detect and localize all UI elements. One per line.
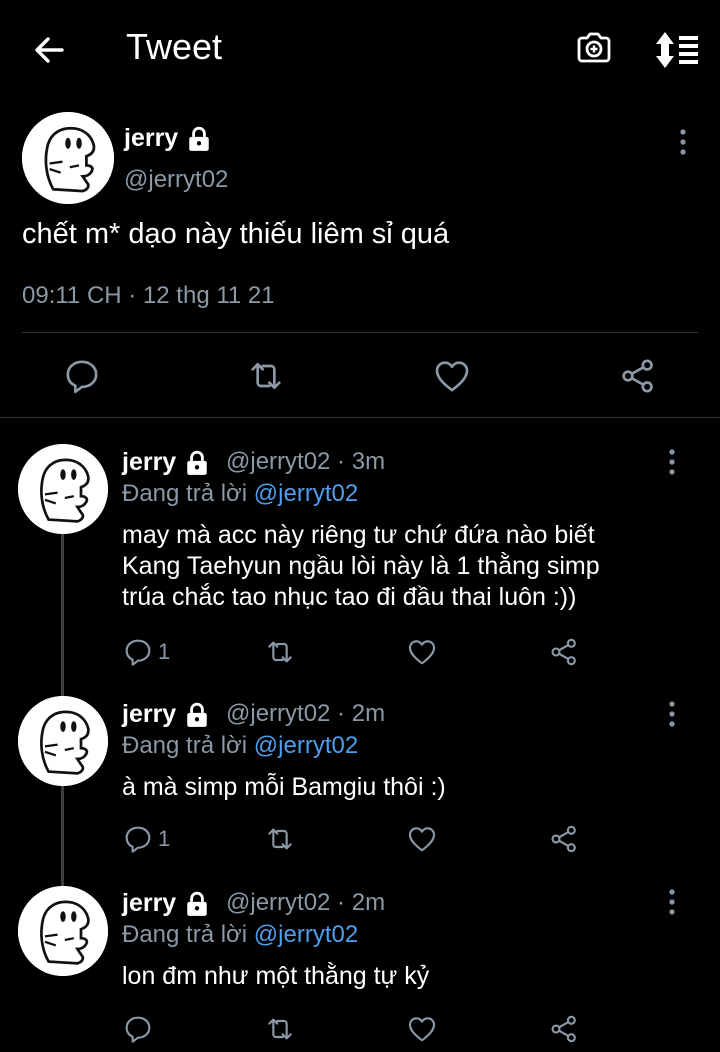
- page-title: Tweet: [126, 26, 223, 67]
- replying-to: Đang trả lời @jerryt02: [122, 921, 359, 948]
- reply-icon: [122, 636, 154, 668]
- like-icon[interactable]: [432, 356, 472, 396]
- back-arrow-icon[interactable]: [28, 28, 72, 72]
- author-name[interactable]: jerry: [124, 124, 212, 153]
- mention-link[interactable]: @jerryt02: [254, 732, 358, 759]
- tweet-text: chết m* dạo này thiếu liêm sỉ quá: [22, 218, 450, 250]
- avatar[interactable]: [18, 886, 108, 976]
- retweet-icon[interactable]: [264, 822, 296, 856]
- share-icon[interactable]: [618, 356, 658, 396]
- author-name[interactable]: jerry: [122, 448, 210, 477]
- more-options-icon[interactable]: [671, 124, 695, 160]
- more-options-icon[interactable]: [660, 444, 684, 480]
- reply-icon[interactable]: [62, 356, 102, 396]
- top-app-bar: Tweet: [0, 0, 720, 96]
- reply-button[interactable]: [122, 1012, 158, 1046]
- reply-icon: [122, 823, 154, 855]
- author-handle[interactable]: @jerryt02: [124, 166, 228, 194]
- avatar[interactable]: [18, 696, 108, 786]
- reply-count: 1: [158, 639, 171, 664]
- mention-link[interactable]: @jerryt02: [254, 921, 358, 948]
- avatar[interactable]: [22, 112, 114, 204]
- reply-count: 1: [158, 826, 171, 851]
- reply-button[interactable]: 1: [122, 635, 170, 669]
- camera-icon[interactable]: [574, 28, 614, 68]
- tweet-timestamp: 09:11 CH · 12 thg 11 21: [22, 282, 275, 309]
- lock-icon: [184, 702, 210, 728]
- replying-to: Đang trả lời @jerryt02: [122, 480, 359, 507]
- reply-button[interactable]: 1: [122, 822, 170, 856]
- share-icon[interactable]: [548, 1012, 580, 1046]
- author-name[interactable]: jerry: [122, 700, 210, 729]
- more-options-icon[interactable]: [660, 696, 684, 732]
- like-icon[interactable]: [406, 822, 438, 856]
- divider: [0, 417, 720, 418]
- retweet-icon[interactable]: [264, 1012, 296, 1046]
- divider: [22, 332, 698, 333]
- author-handle-time[interactable]: @jerryt02 · 3m: [226, 448, 385, 476]
- avatar[interactable]: [18, 444, 108, 534]
- thread-connector: [61, 786, 64, 886]
- reply-text: may mà acc này riêng tư chứ đứa nào biết…: [122, 521, 600, 611]
- share-icon[interactable]: [548, 635, 580, 669]
- reply-icon: [122, 1013, 154, 1045]
- like-icon[interactable]: [406, 1012, 438, 1046]
- share-icon[interactable]: [548, 822, 580, 856]
- thread-connector: [61, 534, 64, 696]
- sort-icon[interactable]: [652, 30, 700, 70]
- reply-text: lon đm như một thằng tự kỷ: [122, 962, 430, 990]
- author-handle-time[interactable]: @jerryt02 · 2m: [226, 700, 385, 728]
- lock-icon: [184, 450, 210, 476]
- reply-text: à mà simp mỗi Bamgiu thôi :): [122, 773, 446, 801]
- author-name[interactable]: jerry: [122, 889, 210, 918]
- lock-icon: [186, 126, 212, 152]
- retweet-icon[interactable]: [264, 635, 296, 669]
- mention-link[interactable]: @jerryt02: [254, 480, 358, 507]
- like-icon[interactable]: [406, 635, 438, 669]
- replying-to: Đang trả lời @jerryt02: [122, 732, 359, 759]
- lock-icon: [184, 891, 210, 917]
- author-handle-time[interactable]: @jerryt02 · 2m: [226, 889, 385, 917]
- retweet-icon[interactable]: [246, 356, 286, 396]
- more-options-icon[interactable]: [660, 884, 684, 920]
